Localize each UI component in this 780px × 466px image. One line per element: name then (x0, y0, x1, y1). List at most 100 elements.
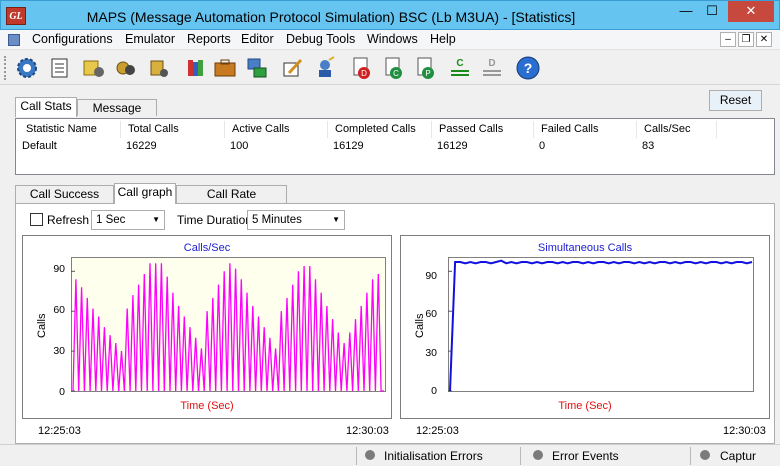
minimize-button[interactable]: — (673, 1, 699, 22)
title-bar: GL MAPS (Message Automation Protocol Sim… (0, 0, 780, 30)
call-generation-icon[interactable]: D (348, 55, 374, 81)
disconnect-icon: D (479, 55, 505, 81)
wizard-icon[interactable] (312, 55, 338, 81)
status-label: Error Events (552, 449, 619, 463)
svg-text:?: ? (524, 60, 533, 76)
calls-per-sec-plot (71, 257, 386, 392)
svg-text:D: D (361, 69, 367, 78)
plot-frame (448, 257, 754, 392)
chevron-down-icon: ▼ (332, 215, 340, 224)
svg-text:P: P (425, 69, 430, 78)
status-indicator-icon (365, 450, 375, 460)
time-duration-value: 5 Minutes (252, 214, 302, 226)
refresh-checkbox[interactable] (30, 213, 43, 226)
menu-editor[interactable]: Editor (241, 32, 274, 46)
statistics-window: Call Stats Message Stats Reset Statistic… (0, 86, 780, 444)
column-header[interactable]: Total Calls (128, 123, 179, 135)
menu-help[interactable]: Help (430, 32, 456, 46)
chevron-down-icon: ▼ (152, 215, 160, 224)
x-axis-label: Time (Sec) (558, 400, 612, 412)
simultaneous-calls-plot (448, 257, 754, 392)
status-error-events[interactable]: Error Events (520, 447, 685, 465)
y-tick-label: 30 (425, 347, 437, 359)
chart-title: Simultaneous Calls (537, 242, 633, 254)
menu-emulator[interactable]: Emulator (125, 32, 175, 46)
gear-icon[interactable] (14, 55, 40, 81)
status-indicator-icon (700, 450, 710, 460)
tab-message-stats[interactable]: Message Stats (77, 99, 157, 132)
scripts-icon[interactable] (80, 55, 106, 81)
x-end-time: 12:30:03 (723, 425, 766, 437)
y-tick-label: 90 (425, 270, 437, 282)
y-tick-label: 30 (53, 345, 65, 357)
y-tick-label: 90 (53, 263, 65, 275)
column-header[interactable]: Failed Calls (541, 123, 598, 135)
close-button[interactable]: ✕ (728, 1, 774, 22)
y-axis-label: Calls (36, 313, 48, 338)
column-header[interactable]: Passed Calls (439, 123, 503, 135)
messages-icon[interactable] (146, 55, 172, 81)
menu-windows[interactable]: Windows (367, 32, 418, 46)
simultaneous-calls-chart: Simultaneous Calls 90 60 30 0 Calls Time… (400, 235, 770, 419)
status-bar: Initialisation Errors Error Events Captu… (0, 444, 780, 466)
tab-call-rate-distribution[interactable]: Call Rate Distribution (176, 185, 287, 218)
table-cell: 16229 (126, 140, 157, 152)
refresh-interval-select[interactable]: 1 Sec ▼ (91, 210, 165, 230)
column-header[interactable]: Completed Calls (335, 123, 416, 135)
table-cell: 16129 (437, 140, 468, 152)
table-cell: Default (22, 140, 57, 152)
table-cell: 83 (642, 140, 655, 152)
call-stats-table: Statistic Name Total Calls Active Calls … (15, 118, 775, 175)
toolbar: D C P C D ? (0, 51, 780, 85)
window-title: MAPS (Message Automation Protocol Simula… (86, 9, 576, 25)
table-cell: 100 (230, 140, 249, 152)
status-label: Initialisation Errors (384, 449, 483, 463)
calls-per-sec-chart: Calls/Sec 90 60 30 0 Calls Time (Sec) (22, 235, 392, 419)
x-axis-label: Time (Sec) (180, 400, 234, 412)
document-icon[interactable] (8, 34, 20, 46)
x-start-time: 12:25:03 (416, 425, 459, 437)
column-header[interactable]: Active Calls (232, 123, 289, 135)
maximize-button[interactable]: ☐ (699, 1, 725, 22)
refresh-label: Refresh (47, 213, 90, 227)
mdi-minimize-button[interactable]: – (720, 32, 736, 47)
table-cell: 16129 (333, 140, 364, 152)
tab-call-graph[interactable]: Call graph (114, 183, 176, 204)
column-header[interactable]: Calls/Sec (644, 123, 690, 135)
time-duration-select[interactable]: 5 Minutes ▼ (247, 210, 345, 230)
help-icon[interactable]: ? (515, 55, 541, 81)
y-tick-label: 0 (59, 386, 65, 398)
pause-icon[interactable]: P (412, 55, 438, 81)
reset-button[interactable]: Reset (709, 90, 762, 111)
mdi-restore-button[interactable]: ❐ (738, 32, 754, 47)
briefcase-icon[interactable] (212, 55, 238, 81)
toolbar-grip[interactable] (4, 56, 8, 80)
y-tick-label: 0 (431, 385, 437, 397)
menu-debug-tools[interactable]: Debug Tools (286, 32, 355, 46)
tab-call-success-ratio[interactable]: Call Success Ratio (15, 185, 114, 218)
call-receive-icon[interactable]: C (380, 55, 406, 81)
x-end-time: 12:30:03 (346, 425, 389, 437)
status-indicator-icon (533, 450, 543, 460)
status-label: Captur (720, 449, 757, 463)
menu-reports[interactable]: Reports (187, 32, 231, 46)
call-graph-panel: Refresh 1 Sec ▼ Time Duration 5 Minutes … (15, 203, 775, 444)
mdi-close-button[interactable]: ✕ (756, 32, 772, 47)
x-start-time: 12:25:03 (38, 425, 81, 437)
svg-text:D: D (488, 58, 495, 69)
connect-icon[interactable]: C (447, 55, 473, 81)
svg-text:C: C (456, 58, 463, 69)
column-header[interactable]: Statistic Name (26, 123, 97, 135)
status-capture[interactable]: Captur (690, 447, 778, 465)
profiles-icon[interactable] (113, 55, 139, 81)
table-cell: 0 (539, 140, 546, 152)
books-icon[interactable] (183, 55, 209, 81)
y-axis-label: Calls (414, 313, 426, 338)
menu-configurations[interactable]: Configurations (32, 32, 113, 46)
refresh-interval-value: 1 Sec (96, 214, 126, 226)
log-icon[interactable] (46, 55, 72, 81)
network-icon[interactable] (244, 55, 270, 81)
status-initialisation-errors[interactable]: Initialisation Errors (356, 447, 516, 465)
edit-icon[interactable] (279, 55, 305, 81)
tab-call-stats[interactable]: Call Stats (15, 97, 77, 117)
